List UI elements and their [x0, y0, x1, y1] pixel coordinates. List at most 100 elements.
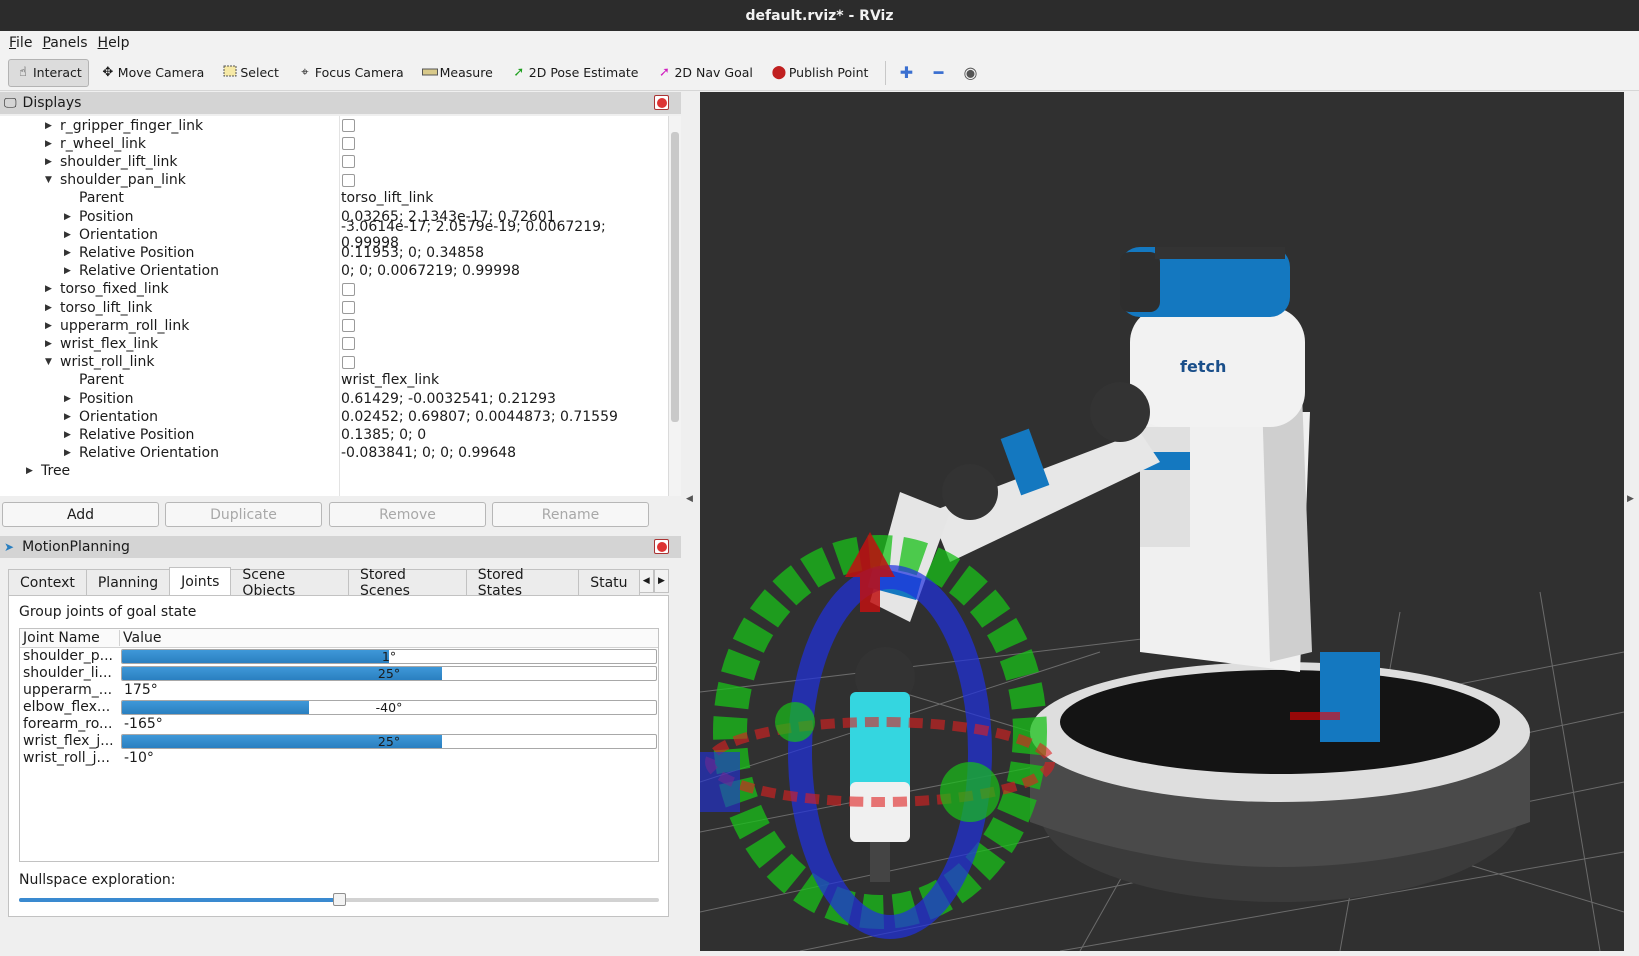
- joint-value-text[interactable]: -10°: [124, 750, 154, 766]
- publish-point-tool-button[interactable]: ⬤ Publish Point: [764, 59, 876, 87]
- tab-stored-states[interactable]: Stored States: [465, 567, 580, 599]
- interact-tool-button[interactable]: ☝ Interact: [8, 58, 89, 87]
- tree-row[interactable]: ▶ torso_fixed_link: [0, 280, 668, 299]
- tree-row[interactable]: Parent wrist_flex_link: [0, 371, 668, 390]
- expand-right-icon[interactable]: ▶: [45, 321, 55, 331]
- enable-checkbox[interactable]: [342, 119, 355, 132]
- render-3d-viewport[interactable]: fetch: [700, 92, 1624, 951]
- tab-planning[interactable]: Planning: [85, 569, 171, 595]
- expand-right-icon[interactable]: ▶: [45, 339, 55, 349]
- tab-statu[interactable]: Statu: [578, 569, 640, 595]
- tab-joints[interactable]: Joints: [169, 567, 232, 595]
- scrollbar-thumb[interactable]: [671, 132, 679, 422]
- enable-checkbox[interactable]: [342, 319, 355, 333]
- tree-row[interactable]: ▶ Tree: [0, 462, 668, 481]
- measure-tool-button[interactable]: Measure: [415, 59, 500, 87]
- focus-camera-tool-button[interactable]: ⌖ Focus Camera: [290, 59, 411, 87]
- motionplanning-close-button[interactable]: [654, 539, 669, 554]
- tree-row[interactable]: ▶ torso_lift_link: [0, 298, 668, 317]
- expand-right-icon[interactable]: ▶: [64, 212, 74, 222]
- tab-context[interactable]: Context: [8, 569, 87, 595]
- collapse-left-arrow-icon[interactable]: ◀: [686, 494, 693, 504]
- tree-row[interactable]: ▶ r_gripper_finger_link: [0, 116, 668, 135]
- expand-right-icon[interactable]: ▶: [64, 412, 74, 422]
- displays-close-button[interactable]: [654, 95, 669, 110]
- enable-checkbox[interactable]: [342, 137, 355, 151]
- value-column-header: Value: [123, 630, 162, 646]
- tree-row[interactable]: ▶ Orientation 0.02452; 0.69807; 0.0044873;…: [0, 407, 668, 426]
- tree-row[interactable]: ▶ shoulder_lift_link: [0, 152, 668, 171]
- joint-value-slider[interactable]: -40°: [121, 700, 657, 715]
- joint-value-text[interactable]: -165°: [124, 716, 163, 732]
- nullspace-slider-handle[interactable]: [333, 893, 346, 906]
- add-tool-button[interactable]: ✚: [892, 59, 920, 87]
- move-camera-tool-button[interactable]: ✥ Move Camera: [93, 59, 212, 87]
- view-options-button[interactable]: ◉: [956, 59, 984, 87]
- tree-row[interactable]: ▶ wrist_flex_link: [0, 334, 668, 353]
- joint-value-text[interactable]: 175°: [124, 682, 158, 698]
- tab-scene-objects[interactable]: Scene Objects: [230, 567, 349, 599]
- tree-row[interactable]: Parent torso_lift_link: [0, 189, 668, 208]
- expand-right-icon[interactable]: ▶: [64, 248, 74, 258]
- expand-right-arrow-icon[interactable]: ▶: [1627, 494, 1634, 504]
- motionplanning-icon: ➤: [4, 540, 15, 554]
- tree-row[interactable]: ▶ r_wheel_link: [0, 134, 668, 153]
- joint-value-slider[interactable]: 25°: [121, 666, 657, 681]
- tree-row[interactable]: ▶ Position 0.61429; -0.0032541; 0.21293: [0, 389, 668, 408]
- tree-row[interactable]: ▼ shoulder_pan_link: [0, 171, 668, 190]
- expand-right-icon[interactable]: ▶: [64, 394, 74, 404]
- enable-checkbox[interactable]: [342, 173, 355, 187]
- menu-panels[interactable]: Panels: [37, 35, 92, 51]
- pose-estimate-tool-button[interactable]: ➚ 2D Pose Estimate: [504, 59, 646, 87]
- expand-down-icon[interactable]: ▼: [45, 175, 55, 185]
- expand-right-icon[interactable]: ▶: [45, 121, 55, 131]
- tree-row-name: Relative Orientation: [79, 445, 219, 462]
- expand-right-icon[interactable]: ▶: [64, 266, 74, 276]
- nav-goal-tool-button[interactable]: ➚ 2D Nav Goal: [649, 59, 759, 87]
- tree-row[interactable]: ▼ wrist_roll_link: [0, 353, 668, 372]
- enable-checkbox[interactable]: [342, 355, 355, 369]
- dock-splitter[interactable]: ◀: [681, 92, 700, 956]
- tab-scroll-right-icon[interactable]: ▶: [653, 569, 670, 593]
- expand-right-icon[interactable]: ▶: [45, 157, 55, 167]
- joint-value-slider[interactable]: 25°: [121, 734, 657, 749]
- tree-row[interactable]: ▶ Relative Position 0.11953; 0; 0.34858: [0, 243, 668, 262]
- expand-right-icon[interactable]: ▶: [64, 430, 74, 440]
- displays-tree[interactable]: ▶ r_gripper_finger_link ▶ r_wheel_link ▶ shou…: [0, 116, 668, 496]
- expand-right-icon[interactable]: ▶: [45, 139, 55, 149]
- enable-checkbox[interactable]: [342, 301, 355, 314]
- toolbar-separator: [885, 60, 887, 85]
- enable-checkbox[interactable]: [342, 155, 355, 169]
- plus-icon: ✚: [899, 63, 914, 82]
- joint-value-slider[interactable]: 1°: [121, 649, 657, 664]
- right-dock-strip[interactable]: ▶: [1624, 92, 1639, 956]
- tree-row[interactable]: ▶ Orientation -3.0614e-17; 2.0579e-19; 0.0…: [0, 219, 668, 251]
- expand-down-icon[interactable]: ▼: [45, 357, 55, 367]
- nullspace-slider[interactable]: [19, 892, 659, 908]
- expand-right-icon[interactable]: ▶: [26, 466, 36, 476]
- rename-display-button[interactable]: Rename: [492, 502, 649, 527]
- menu-file[interactable]: File: [4, 35, 37, 51]
- expand-right-icon[interactable]: ▶: [64, 448, 74, 458]
- tree-row[interactable]: ▶ upperarm_roll_link: [0, 316, 668, 335]
- tab-scroll-left-icon[interactable]: ◀: [638, 569, 654, 593]
- tree-row-value: 0; 0; 0.0067219; 0.99998: [341, 263, 520, 280]
- duplicate-display-button[interactable]: Duplicate: [165, 502, 322, 527]
- displays-scrollbar[interactable]: [668, 116, 681, 496]
- enable-checkbox[interactable]: [342, 337, 355, 351]
- tree-row[interactable]: ▶ Relative Orientation 0; 0; 0.0067219; 0.…: [0, 262, 668, 281]
- add-display-button[interactable]: Add: [2, 502, 159, 527]
- tree-row-name: Position: [79, 208, 134, 225]
- remove-display-button[interactable]: Remove: [329, 502, 486, 527]
- menu-help[interactable]: Help: [93, 35, 135, 51]
- enable-checkbox[interactable]: [342, 282, 355, 296]
- expand-right-icon[interactable]: ▶: [45, 303, 55, 313]
- expand-right-icon[interactable]: ▶: [45, 284, 55, 294]
- tab-stored-scenes[interactable]: Stored Scenes: [347, 567, 467, 599]
- tree-row[interactable]: ▶ Relative Position 0.1385; 0; 0: [0, 425, 668, 444]
- remove-tool-button[interactable]: ━: [924, 59, 952, 87]
- expand-right-icon[interactable]: ▶: [64, 230, 74, 240]
- tree-row[interactable]: ▶ Relative Orientation -0.083841; 0; 0; 0.…: [0, 444, 668, 463]
- tree-row-value: -0.083841; 0; 0; 0.99648: [341, 445, 517, 462]
- select-tool-button[interactable]: Select: [215, 59, 286, 87]
